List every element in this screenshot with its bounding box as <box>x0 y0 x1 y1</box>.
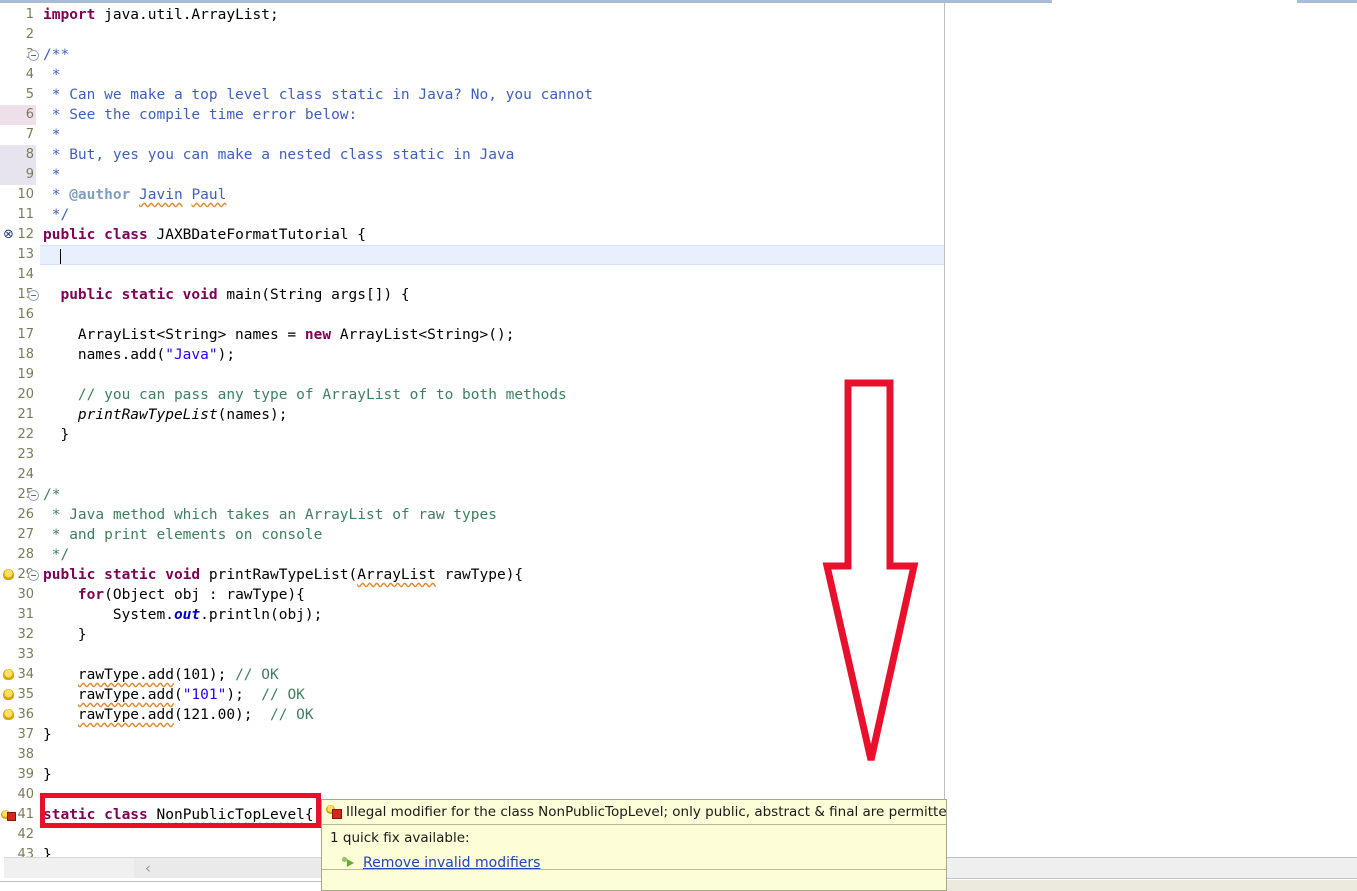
line-number-38[interactable]: 38 <box>0 745 36 765</box>
code-line-31[interactable]: System.out.println(obj); <box>40 605 944 625</box>
line-number-18[interactable]: 18 <box>0 345 36 365</box>
line-number-27[interactable]: 27 <box>0 525 36 545</box>
line-number-5[interactable]: 5 <box>0 85 36 105</box>
code-line-7[interactable]: * <box>40 125 944 145</box>
code-line-3[interactable]: /** <box>40 45 944 65</box>
error-quickfix-icon <box>326 804 342 820</box>
code-line-24[interactable] <box>40 465 944 485</box>
line-number-19[interactable]: 19 <box>0 365 36 385</box>
code-line-21[interactable]: printRawTypeList(names); <box>40 405 944 425</box>
line-number-22[interactable]: 22 <box>0 425 36 445</box>
line-number-28[interactable]: 28 <box>0 545 36 565</box>
line-number-31[interactable]: 31 <box>0 605 36 625</box>
code-line-9[interactable]: * <box>40 165 944 185</box>
code-line-15[interactable]: public static void main(String args[]) { <box>40 285 944 305</box>
code-line-10[interactable]: * @author Javin Paul <box>40 185 944 205</box>
line-number-gutter[interactable]: 1234567891011121314151617181920212223242… <box>0 3 40 881</box>
fold-toggle-3[interactable] <box>28 50 39 61</box>
scroll-left-chevron-icon[interactable]: ‹ <box>140 860 156 876</box>
fold-toggle-15[interactable] <box>28 290 39 301</box>
line-number-4[interactable]: 4 <box>0 65 36 85</box>
annotation-down-arrow-icon <box>818 375 928 765</box>
code-line-5[interactable]: * Can we make a top level class static i… <box>40 85 944 105</box>
code-line-17[interactable]: ArrayList<String> names = new ArrayList<… <box>40 325 944 345</box>
line-number-10[interactable]: 10 <box>0 185 36 205</box>
line-number-33[interactable]: 33 <box>0 645 36 665</box>
line-number-24[interactable]: 24 <box>0 465 36 485</box>
code-line-25[interactable]: /* <box>40 485 944 505</box>
code-line-2[interactable] <box>40 25 944 45</box>
code-line-19[interactable] <box>40 365 944 385</box>
code-line-6[interactable]: * See the compile time error below: <box>40 105 944 125</box>
line-number-8[interactable]: 8 <box>0 145 36 165</box>
line-number-26[interactable]: 26 <box>0 505 36 525</box>
code-content-area[interactable]: import java.util.ArrayList; /** * * Can … <box>40 3 944 853</box>
code-line-38[interactable] <box>40 745 944 765</box>
code-line-16[interactable] <box>40 305 944 325</box>
line-number-39[interactable]: 39 <box>0 765 36 785</box>
code-line-28[interactable]: */ <box>40 545 944 565</box>
fold-toggle-29[interactable] <box>28 570 39 581</box>
tooltip-error-message: Illegal modifier for the class NonPublic… <box>346 804 947 820</box>
code-line-37[interactable]: } <box>40 725 944 745</box>
line-number-20[interactable]: 20 <box>0 385 36 405</box>
warning-marker-icon[interactable] <box>1 707 16 722</box>
bottom-status-strip <box>945 880 1357 891</box>
code-line-18[interactable]: names.add("Java"); <box>40 345 944 365</box>
line-number-32[interactable]: 32 <box>0 625 36 645</box>
code-line-1[interactable]: import java.util.ArrayList; <box>40 5 944 25</box>
line-number-7[interactable]: 7 <box>0 125 36 145</box>
tooltip-header: Illegal modifier for the class NonPublic… <box>322 800 946 825</box>
right-empty-pane <box>945 3 1357 881</box>
errorfix-marker-icon[interactable] <box>1 807 18 822</box>
quick-fix-tooltip[interactable]: Illegal modifier for the class NonPublic… <box>321 799 947 891</box>
tooltip-footer <box>322 869 946 890</box>
code-line-4[interactable]: * <box>40 65 944 85</box>
line-number-2[interactable]: 2 <box>0 25 36 45</box>
code-line-29[interactable]: public static void printRawTypeList(Arra… <box>40 565 944 585</box>
right-scrollbar-track[interactable] <box>945 857 1357 879</box>
line-number-21[interactable]: 21 <box>0 405 36 425</box>
code-line-32[interactable]: } <box>40 625 944 645</box>
text-caret <box>60 249 61 264</box>
warning-marker-icon[interactable] <box>1 687 16 702</box>
code-line-39[interactable]: } <box>40 765 944 785</box>
line-number-42[interactable]: 42 <box>0 825 36 845</box>
warning-marker-icon[interactable] <box>1 667 16 682</box>
code-line-20[interactable]: // you can pass any type of ArrayList of… <box>40 385 944 405</box>
tooltip-body: 1 quick fix available: Remove invalid mo… <box>322 825 946 871</box>
code-line-36[interactable]: rawType.add(121.00); // OK <box>40 705 944 725</box>
line-number-1[interactable]: 1 <box>0 5 36 25</box>
line-number-16[interactable]: 16 <box>0 305 36 325</box>
error-marker-icon[interactable] <box>1 227 16 242</box>
code-line-12[interactable]: public class JAXBDateFormatTutorial { <box>40 225 944 245</box>
code-line-14[interactable] <box>40 265 944 285</box>
line-number-9[interactable]: 9 <box>0 165 36 185</box>
code-line-22[interactable]: } <box>40 425 944 445</box>
fold-toggle-25[interactable] <box>28 490 39 501</box>
line-number-11[interactable]: 11 <box>0 205 36 225</box>
line-number-6[interactable]: 6 <box>0 105 36 125</box>
java-code-editor[interactable]: 1234567891011121314151617181920212223242… <box>0 3 945 882</box>
line-number-40[interactable]: 40 <box>0 785 36 805</box>
code-line-26[interactable]: * Java method which takes an ArrayList o… <box>40 505 944 525</box>
line-number-17[interactable]: 17 <box>0 325 36 345</box>
line-number-30[interactable]: 30 <box>0 585 36 605</box>
code-line-35[interactable]: rawType.add("101"); // OK <box>40 685 944 705</box>
code-line-23[interactable] <box>40 445 944 465</box>
code-line-34[interactable]: rawType.add(101); // OK <box>40 665 944 685</box>
line-number-13[interactable]: 13 <box>0 245 36 265</box>
code-line-13[interactable] <box>40 245 944 265</box>
warning-marker-icon[interactable] <box>1 567 16 582</box>
line-number-37[interactable]: 37 <box>0 725 36 745</box>
code-line-33[interactable] <box>40 645 944 665</box>
line-number-14[interactable]: 14 <box>0 265 36 285</box>
code-line-8[interactable]: * But, yes you can make a nested class s… <box>40 145 944 165</box>
quickfix-arrow-icon <box>342 856 356 870</box>
code-line-27[interactable]: * and print elements on console <box>40 525 944 545</box>
line-number-23[interactable]: 23 <box>0 445 36 465</box>
code-line-11[interactable]: */ <box>40 205 944 225</box>
quick-fix-count-label: 1 quick fix available: <box>330 830 938 846</box>
code-line-30[interactable]: for(Object obj : rawType){ <box>40 585 944 605</box>
